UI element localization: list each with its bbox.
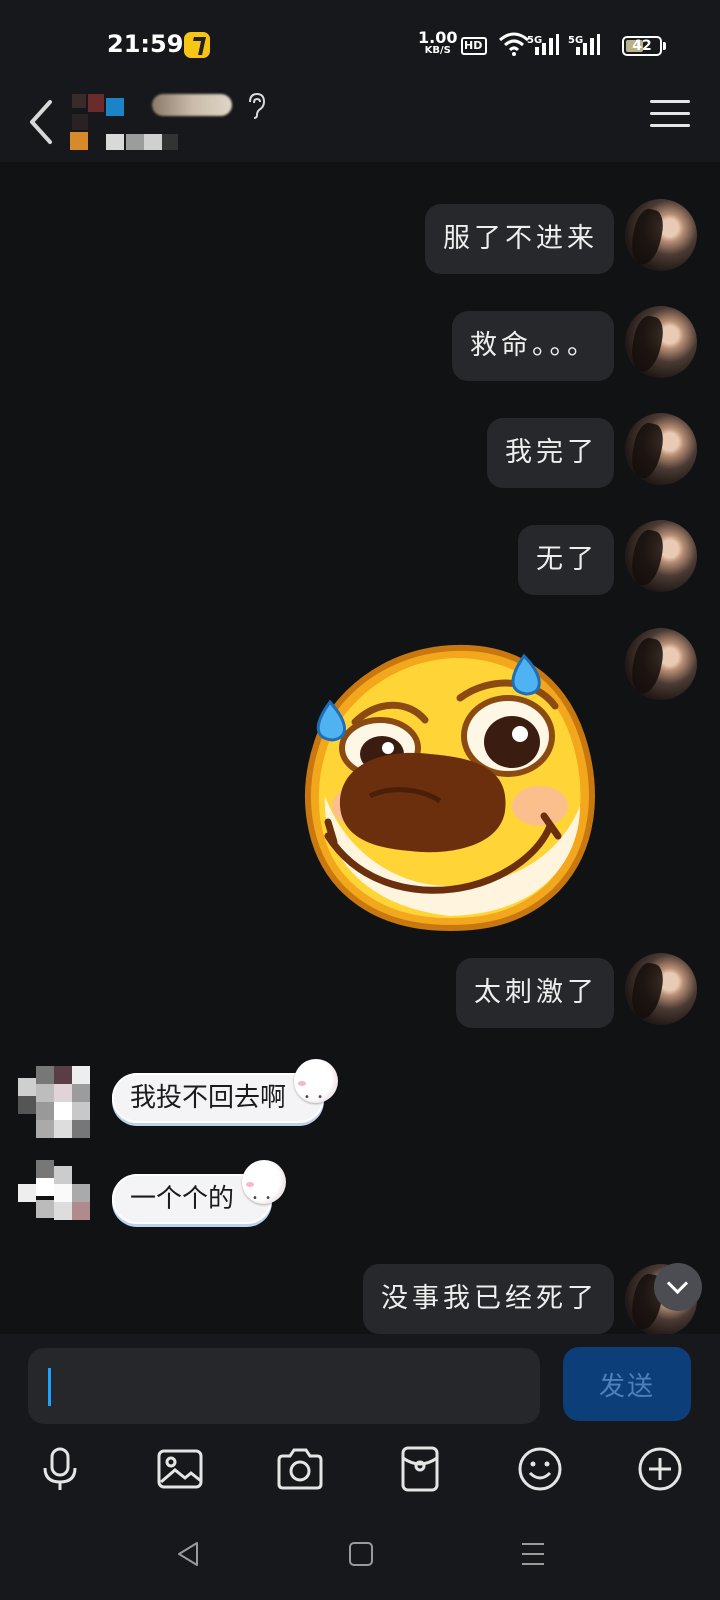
ear-icon <box>249 92 266 119</box>
microphone-icon[interactable] <box>35 1444 85 1494</box>
text-caret <box>48 1368 51 1406</box>
message-bubble-out[interactable]: 太刺激了 <box>456 958 614 1028</box>
home-square-icon[interactable] <box>348 1540 374 1568</box>
back-triangle-icon[interactable] <box>175 1540 201 1568</box>
wifi-icon <box>499 32 529 56</box>
my-avatar[interactable] <box>625 628 697 700</box>
emoji-icon[interactable] <box>515 1444 565 1494</box>
send-button[interactable]: 发送 <box>563 1347 691 1421</box>
network-type-1: 5G <box>527 35 542 46</box>
status-bar: 21:59 1.00 KB/S HD 5G 5G 42 <box>0 0 720 90</box>
message-bubble-in[interactable]: 一个个的 <box>112 1160 287 1224</box>
contact-avatar-censored[interactable] <box>18 1160 90 1232</box>
my-avatar[interactable] <box>625 520 697 592</box>
red-packet-icon[interactable] <box>395 1444 445 1494</box>
message-text: 我投不回去啊 <box>130 1083 287 1113</box>
battery-level: 42 <box>632 38 652 54</box>
recents-menu-icon[interactable] <box>520 1540 546 1568</box>
network-type-2: 5G <box>568 35 583 46</box>
network-speed: 1.00 KB/S <box>418 30 457 57</box>
menu-button[interactable] <box>650 100 690 134</box>
app-notification-icon <box>184 32 210 58</box>
sweating-smiling-face-sticker[interactable] <box>300 636 610 936</box>
battery-icon: 42 <box>622 36 666 56</box>
camera-icon[interactable] <box>275 1444 325 1494</box>
cellular-signal-icon-2: 5G <box>568 33 600 61</box>
my-avatar[interactable] <box>625 953 697 1025</box>
my-avatar[interactable] <box>625 199 697 271</box>
contact-avatar-censored[interactable] <box>18 1066 90 1138</box>
image-icon[interactable] <box>155 1444 205 1494</box>
scroll-to-bottom-button[interactable] <box>654 1263 702 1311</box>
cellular-signal-icon-1: 5G <box>527 33 559 61</box>
message-bubble-in[interactable]: 我投不回去啊 <box>112 1059 339 1123</box>
status-time: 21:59 <box>107 30 184 58</box>
message-bubble-out[interactable]: 服了不进来 <box>425 204 614 274</box>
message-list[interactable]: 服了不进来 救命。。。 我完了 无了 太刺激了 我投不回去啊 • • 一个个的 … <box>0 162 720 1334</box>
bubble-sticker-decoration <box>294 1059 339 1123</box>
contact-tag-censored <box>152 94 232 116</box>
message-text: 一个个的 <box>130 1184 235 1214</box>
back-button[interactable] <box>22 96 62 148</box>
message-bubble-out[interactable]: 救命。。。 <box>452 311 614 381</box>
composer: 发送 <box>0 1334 720 1600</box>
message-input[interactable] <box>28 1348 540 1424</box>
message-bubble-out[interactable]: 无了 <box>518 525 614 595</box>
my-avatar[interactable] <box>625 413 697 485</box>
bubble-sticker-decoration <box>242 1160 287 1224</box>
message-bubble-out[interactable]: 没事我已经死了 <box>363 1264 614 1334</box>
message-bubble-out[interactable]: 我完了 <box>487 418 614 488</box>
system-navigation-bar <box>0 1494 720 1600</box>
chat-header <box>0 90 720 162</box>
plus-icon[interactable] <box>635 1444 685 1494</box>
hd-voice-icon: HD <box>461 37 487 55</box>
my-avatar[interactable] <box>625 306 697 378</box>
